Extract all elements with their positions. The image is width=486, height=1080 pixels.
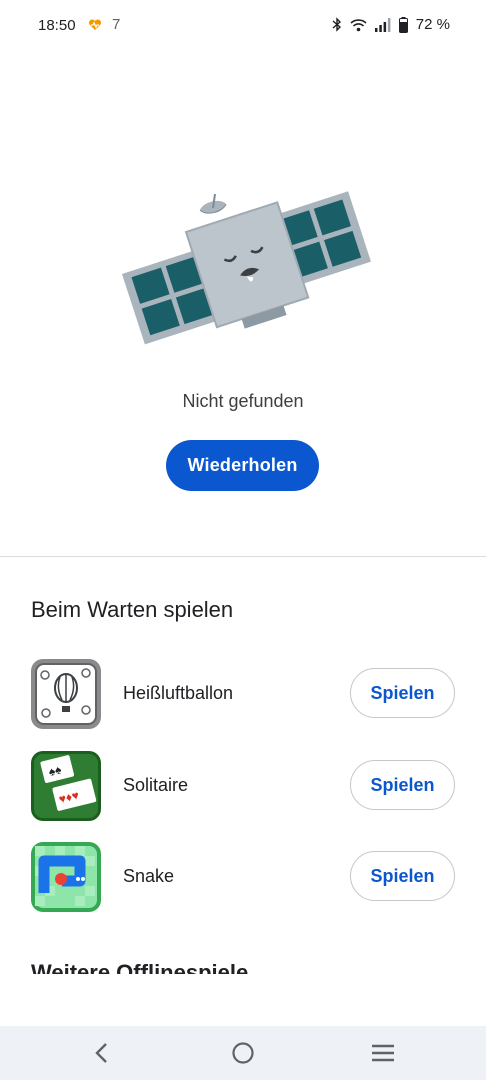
game-name: Snake [123, 866, 175, 886]
more-games-section-title: Weitere Offlinespiele [31, 960, 249, 974]
back-icon[interactable] [88, 1040, 116, 1066]
home-icon[interactable] [229, 1040, 257, 1066]
error-message: Nicht gefunden [182, 391, 304, 411]
signal-icon [374, 17, 391, 32]
wifi-icon [350, 18, 367, 32]
system-navigation-bar [0, 1026, 486, 1080]
game-name: Heißluftballon [123, 683, 234, 703]
bluetooth-icon [332, 17, 342, 32]
hot-air-balloon-game-icon[interactable] [30, 658, 102, 730]
status-left-icons: 7 [88, 16, 120, 33]
recents-icon[interactable] [369, 1040, 397, 1066]
health-heart-icon [88, 18, 102, 32]
status-time: 18:50 [38, 17, 76, 34]
section-divider [0, 556, 486, 557]
status-right-icons: 72 % [332, 16, 450, 33]
satellite-icon [122, 191, 371, 345]
play-button-solitaire[interactable]: Spielen [350, 760, 455, 810]
notification-extra: 7 [112, 16, 121, 33]
game-row-solitaire[interactable]: ♠♠ ♥♦♥ Solitaire Spielen [0, 750, 486, 822]
sleeping-satellite-illustration [0, 180, 486, 360]
game-row-snake[interactable]: Snake Spielen [0, 841, 486, 913]
snake-game-icon[interactable] [30, 841, 102, 913]
play-button-hot-air-balloon[interactable]: Spielen [350, 668, 455, 718]
battery-text: 72 % [415, 16, 450, 33]
status-bar: 18:50 7 72 % [0, 0, 486, 52]
games-section-title: Beim Warten spielen [31, 597, 234, 622]
game-name: Solitaire [123, 775, 189, 795]
game-row-hot-air-balloon[interactable]: Heißluftballon Spielen [0, 658, 486, 730]
play-button-snake[interactable]: Spielen [350, 851, 455, 901]
solitaire-game-icon[interactable]: ♠♠ ♥♦♥ [30, 750, 102, 822]
retry-button[interactable]: Wiederholen [166, 440, 319, 491]
battery-icon [398, 16, 408, 33]
